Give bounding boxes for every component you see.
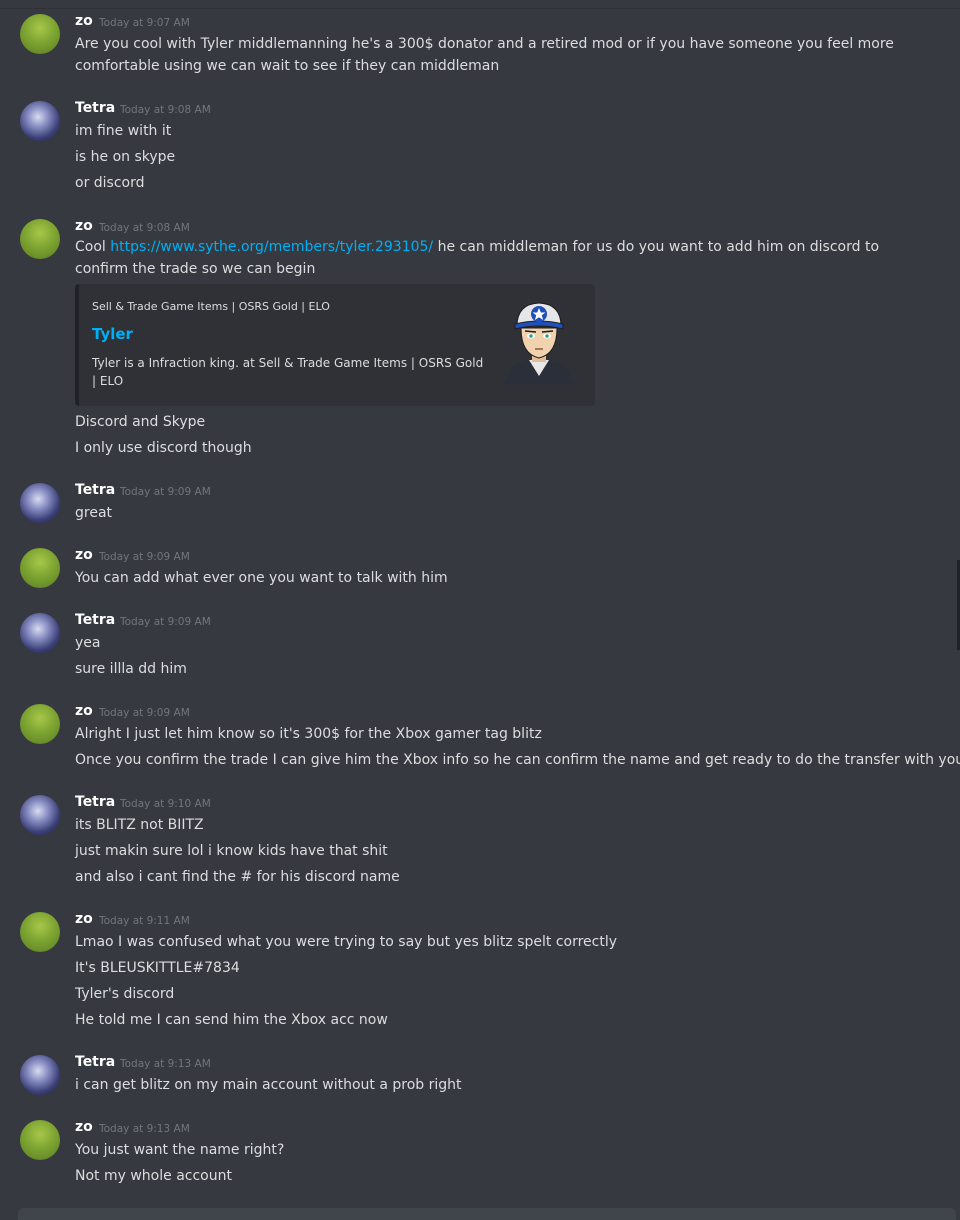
timestamp: Today at 9:10 AM [120, 798, 211, 810]
message-text-segment: he can middleman for us do you want to a… [437, 239, 880, 255]
message-text: yea [75, 635, 101, 651]
message-text: Cool https://www.sythe.org/members/tyler… [75, 239, 879, 255]
author-name[interactable]: zo [75, 13, 93, 29]
message-text: just makin sure lol i know kids have tha… [75, 843, 388, 859]
message-text: He told me I can send him the Xbox acc n… [75, 1012, 388, 1028]
message-text: Discord and Skype [75, 414, 206, 430]
avatar[interactable] [20, 101, 60, 141]
message-text: and also i cant find the # for his disco… [75, 869, 400, 885]
author-name[interactable]: Tetra [75, 1054, 115, 1070]
timestamp: Today at 9:08 AM [120, 104, 211, 116]
avatar[interactable] [20, 548, 60, 588]
timestamp: Today at 9:08 AM [99, 222, 190, 234]
message-text: I only use discord though [75, 440, 252, 456]
author-name[interactable]: zo [75, 911, 93, 927]
author-name[interactable]: Tetra [75, 612, 115, 628]
message-text: Not my whole account [75, 1168, 232, 1184]
author-name[interactable]: Tetra [75, 482, 115, 498]
message-text: It's BLEUSKITTLE#7834 [75, 960, 240, 976]
message-text: its BLITZ not BIITZ [75, 817, 204, 833]
timestamp: Today at 9:11 AM [99, 915, 190, 927]
avatar[interactable] [20, 613, 60, 653]
message-input-bar[interactable] [18, 1208, 956, 1220]
message-text: great [75, 505, 113, 521]
avatar[interactable] [20, 14, 60, 54]
embed-title[interactable]: Tyler [92, 325, 133, 343]
message-text: comfortable using we can wait to see if … [75, 58, 500, 74]
message-text: Tyler's discord [75, 986, 175, 1002]
message-text: or discord [75, 175, 145, 191]
message-text: confirm the trade so we can begin [75, 261, 316, 277]
timestamp: Today at 9:09 AM [120, 486, 211, 498]
embed-thumbnail[interactable] [499, 296, 579, 384]
message-text: You can add what ever one you want to ta… [75, 570, 448, 586]
author-name[interactable]: zo [75, 703, 93, 719]
message-text: im fine with it [75, 123, 172, 139]
message-text: Lmao I was confused what you were trying… [75, 934, 618, 950]
embed-provider[interactable]: Sell & Trade Game Items | OSRS Gold | EL… [92, 300, 330, 313]
avatar[interactable] [20, 795, 60, 835]
embed-description: Tyler is a Infraction king. at Sell & Tr… [92, 356, 484, 388]
top-divider [0, 0, 960, 9]
timestamp: Today at 9:13 AM [99, 1123, 190, 1135]
avatar[interactable] [20, 1055, 60, 1095]
message-text: i can get blitz on my main account witho… [75, 1077, 462, 1093]
message-text: You just want the name right? [75, 1142, 285, 1158]
profile-link[interactable]: https://www.sythe.org/members/tyler.2931… [110, 239, 433, 255]
message-text: Once you confirm the trade I can give hi… [75, 752, 960, 768]
author-name[interactable]: Tetra [75, 100, 115, 116]
timestamp: Today at 9:09 AM [99, 551, 190, 563]
timestamp: Today at 9:13 AM [120, 1058, 211, 1070]
avatar[interactable] [20, 912, 60, 952]
author-name[interactable]: zo [75, 1119, 93, 1135]
avatar[interactable] [20, 1120, 60, 1160]
message-text: is he on skype [75, 149, 176, 165]
timestamp: Today at 9:09 AM [99, 707, 190, 719]
message-text: Alright I just let him know so it's 300$… [75, 726, 542, 742]
chat-messages[interactable]: zo Today at 9:07 AM Are you cool with Ty… [0, 0, 960, 1220]
avatar[interactable] [20, 483, 60, 523]
message-text-segment: Cool [75, 239, 106, 255]
author-name[interactable]: Tetra [75, 794, 115, 810]
timestamp: Today at 9:07 AM [99, 17, 190, 29]
message-text: sure illla dd him [75, 661, 187, 677]
author-name[interactable]: zo [75, 218, 93, 234]
link-embed: Sell & Trade Game Items | OSRS Gold | EL… [75, 284, 595, 406]
avatar[interactable] [20, 704, 60, 744]
avatar[interactable] [20, 219, 60, 259]
author-name[interactable]: zo [75, 547, 93, 563]
message-text: Are you cool with Tyler middlemanning he… [75, 36, 894, 52]
timestamp: Today at 9:09 AM [120, 616, 211, 628]
